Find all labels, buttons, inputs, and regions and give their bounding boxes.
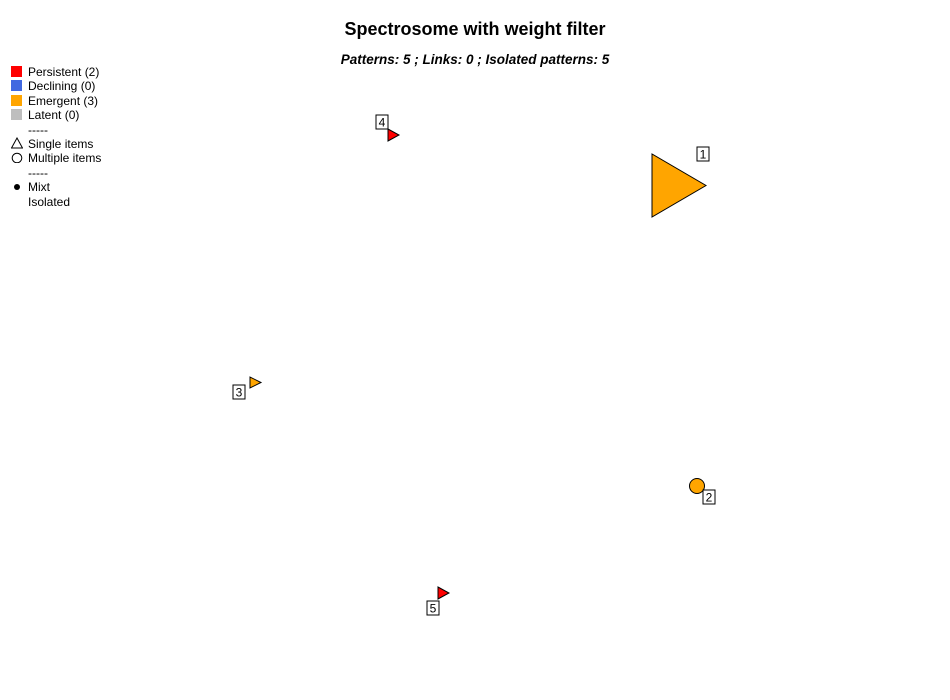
node-5-label: 5 (430, 602, 437, 616)
spectrosome-plot: 1 2 3 4 5 (232, 114, 716, 616)
node-1-label: 1 (700, 148, 707, 162)
node-3-label: 3 (236, 386, 243, 400)
node-4-label: 4 (379, 116, 386, 130)
node-2: 2 (689, 478, 716, 505)
node-2-label: 2 (706, 491, 713, 505)
node-3: 3 (232, 376, 263, 400)
node-5-marker (437, 586, 451, 600)
node-2-marker (689, 478, 705, 494)
node-4: 4 (375, 114, 401, 142)
node-1: 1 (651, 146, 710, 218)
node-4-marker (387, 128, 401, 142)
node-5: 5 (426, 586, 451, 616)
node-1-marker (651, 153, 707, 218)
node-3-marker (249, 376, 263, 389)
